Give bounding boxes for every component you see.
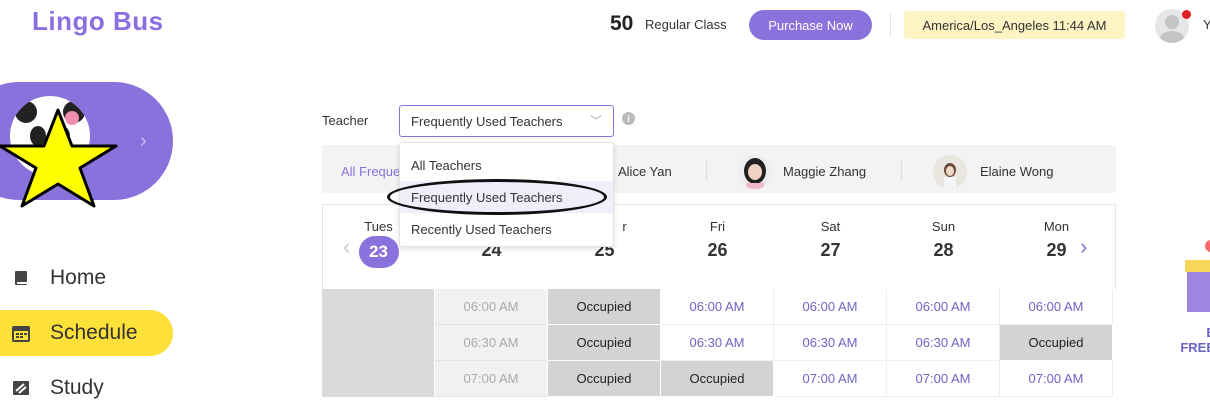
time-slot-row: 06:30 AM Occupied 06:30 AM 06:30 AM 06:30 AM… (322, 325, 1116, 361)
occupied-slot: Occupied (661, 361, 774, 397)
sidebar-item-label: Study (50, 376, 104, 399)
teacher-select-value: Frequently Used Teachers (411, 113, 563, 129)
teacher-photo-icon (933, 155, 967, 189)
annotation-ellipse (387, 179, 607, 215)
blank-slot (322, 289, 435, 325)
study-icon (12, 379, 30, 397)
teacher-tab-alice[interactable]: Alice Yan (618, 164, 672, 179)
chevron-down-icon[interactable]: ﹀ (590, 112, 602, 129)
sidebar-item-home[interactable]: Home (0, 255, 106, 301)
occupied-slot: Occupied (1000, 325, 1113, 361)
notification-dot (1182, 10, 1191, 19)
purchase-now-button[interactable]: Purchase Now (749, 10, 872, 40)
sidebar-item-schedule[interactable]: Schedule (0, 310, 173, 356)
logo[interactable]: Lingo Bus (32, 6, 164, 37)
sidebar-item-label: Schedule (50, 321, 138, 344)
time-slot-grid: 06:00 AM Occupied 06:00 AM 06:00 AM 06:00 AM… (322, 289, 1116, 397)
occupied-slot: Occupied (548, 289, 661, 325)
calendar-icon (12, 324, 30, 342)
teacher-avatar[interactable] (933, 155, 967, 189)
past-slot: 06:00 AM (435, 289, 548, 325)
info-icon[interactable]: i (622, 112, 635, 125)
available-slot[interactable]: 06:30 AM (887, 325, 1000, 361)
occupied-slot: Occupied (548, 325, 661, 361)
sidebar-item-study[interactable]: Study (0, 365, 104, 411)
blank-slot (322, 361, 435, 397)
teacher-tab-maggie[interactable]: Maggie Zhang (783, 164, 866, 179)
teacher-select[interactable]: Frequently Used Teachers (399, 105, 614, 137)
occupied-slot: Occupied (548, 361, 661, 397)
available-slot[interactable]: 07:00 AM (887, 361, 1000, 397)
book-icon (12, 269, 30, 287)
class-label: Regular Class (645, 17, 727, 32)
past-slot: 07:00 AM (435, 361, 548, 397)
blank-slot (322, 325, 435, 361)
day-header-5[interactable]: Sun 28 (887, 219, 1000, 261)
header-divider (890, 13, 891, 37)
teacher-label: Teacher (322, 113, 369, 128)
dropdown-option-all-teachers[interactable]: All Teachers (400, 149, 613, 181)
promo-text[interactable]: E FREE (1175, 325, 1210, 355)
teacher-photo-icon (738, 155, 772, 189)
time-slot-row: 07:00 AM Occupied Occupied 07:00 AM 07:00 AM… (322, 361, 1116, 397)
available-slot[interactable]: 07:00 AM (1000, 361, 1113, 397)
available-slot[interactable]: 06:30 AM (661, 325, 774, 361)
chevron-right-icon[interactable]: › (140, 130, 147, 153)
available-slot[interactable]: 06:00 AM (887, 289, 1000, 325)
sidebar-item-label: Home (50, 266, 107, 289)
available-slot[interactable]: 07:00 AM (774, 361, 887, 397)
star-icon (0, 108, 118, 208)
past-slot: 06:30 AM (435, 325, 548, 361)
timezone-badge[interactable]: America/Los_Angeles 11:44 AM (904, 11, 1125, 39)
time-slot-row: 06:00 AM Occupied 06:00 AM 06:00 AM 06:00 AM… (322, 289, 1116, 325)
available-slot[interactable]: 06:00 AM (661, 289, 774, 325)
gift-icon[interactable] (1183, 238, 1210, 318)
strip-divider (901, 160, 902, 180)
available-slot[interactable]: 06:00 AM (774, 289, 887, 325)
day-header-3[interactable]: Fri 26 (661, 219, 774, 261)
strip-divider (706, 160, 707, 180)
day-header-4[interactable]: Sat 27 (774, 219, 887, 261)
available-slot[interactable]: 06:30 AM (774, 325, 887, 361)
teacher-avatar[interactable] (738, 155, 772, 189)
class-count: 50 (610, 12, 634, 35)
dropdown-option-recently-used[interactable]: Recently Used Teachers (400, 213, 613, 245)
user-name[interactable]: Y (1203, 17, 1210, 32)
today-badge: 23 (358, 236, 399, 268)
teacher-tab-elaine[interactable]: Elaine Wong (980, 164, 1053, 179)
teacher-tab-all[interactable]: All Freque (341, 164, 400, 179)
day-header-6[interactable]: Mon 29 (1000, 219, 1113, 261)
available-slot[interactable]: 06:00 AM (1000, 289, 1113, 325)
